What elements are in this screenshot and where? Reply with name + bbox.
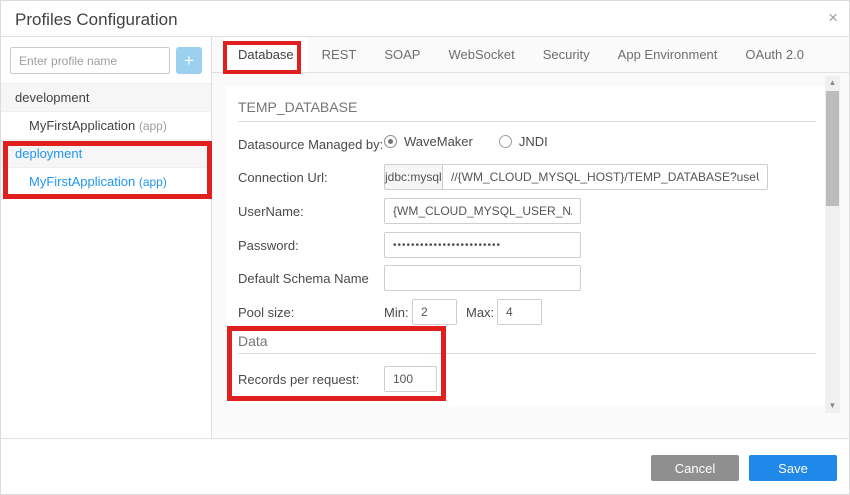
tab-soap[interactable]: SOAP xyxy=(370,37,434,72)
page-title: Profiles Configuration xyxy=(15,10,178,30)
sidebar-item-label: MyFirstApplication xyxy=(29,118,135,133)
sidebar-item-deployment[interactable]: deployment xyxy=(1,140,211,168)
dialog-header: Profiles Configuration × xyxy=(1,1,850,37)
sidebar-item-label: deployment xyxy=(15,146,82,161)
radio-jndi[interactable] xyxy=(499,135,512,148)
records-per-request-input[interactable] xyxy=(384,366,437,392)
profile-create-row: + xyxy=(1,37,211,84)
datasource-radio-group: WaveMaker JNDI xyxy=(384,134,548,149)
tab-app-environment[interactable]: App Environment xyxy=(604,37,732,72)
add-profile-button[interactable]: + xyxy=(176,47,202,74)
datasource-label: Datasource Managed by: xyxy=(238,137,383,152)
sidebar-item-development[interactable]: development xyxy=(1,84,211,112)
scroll-up-icon[interactable]: ▲ xyxy=(825,77,840,89)
profiles-configuration-dialog: Profiles Configuration × + development M… xyxy=(0,0,850,495)
cancel-button[interactable]: Cancel xyxy=(651,455,739,481)
password-input[interactable] xyxy=(384,232,581,258)
pool-max-label: Max: xyxy=(466,305,494,320)
radio-wavemaker-label: WaveMaker xyxy=(404,134,473,149)
username-label: UserName: xyxy=(238,204,304,219)
tab-websocket[interactable]: WebSocket xyxy=(434,37,528,72)
sidebar-item-suffix: (app) xyxy=(139,119,167,133)
vertical-scrollbar[interactable]: ▲ ▼ xyxy=(825,76,840,413)
records-per-request-label: Records per request: xyxy=(238,372,359,387)
section-divider xyxy=(238,353,816,354)
sidebar-item-myfirstapplication-deploy[interactable]: MyFirstApplication (app) xyxy=(1,168,211,196)
default-schema-input[interactable] xyxy=(384,265,581,291)
save-button[interactable]: Save xyxy=(749,455,837,481)
profile-name-input[interactable] xyxy=(10,47,170,74)
sidebar-item-label: development xyxy=(15,90,89,105)
database-config-card: TEMP_DATABASE Datasource Managed by: Wav… xyxy=(226,86,840,406)
pool-min-input[interactable] xyxy=(412,299,457,325)
scrollbar-thumb[interactable] xyxy=(826,91,839,206)
section-divider xyxy=(238,121,816,122)
close-icon[interactable]: × xyxy=(828,9,838,27)
radio-wavemaker[interactable] xyxy=(384,135,397,148)
sidebar-item-myfirstapplication-dev[interactable]: MyFirstApplication (app) xyxy=(1,112,211,140)
profiles-sidebar: + development MyFirstApplication (app) d… xyxy=(1,37,212,438)
tab-oauth[interactable]: OAuth 2.0 xyxy=(731,37,818,72)
sidebar-item-suffix: (app) xyxy=(139,175,167,189)
connection-url-input[interactable] xyxy=(442,164,768,190)
section-title-temp-database: TEMP_DATABASE xyxy=(238,99,357,115)
pool-min-label: Min: xyxy=(384,305,409,320)
tab-database[interactable]: Database xyxy=(224,37,308,72)
password-label: Password: xyxy=(238,238,299,253)
radio-jndi-label: JNDI xyxy=(519,134,548,149)
pool-max-input[interactable] xyxy=(497,299,542,325)
profile-content-panel: Database REST SOAP WebSocket Security Ap… xyxy=(212,37,850,438)
tab-security[interactable]: Security xyxy=(529,37,604,72)
username-input[interactable] xyxy=(384,198,581,224)
connection-url-prefix: jdbc:mysql: xyxy=(384,164,443,190)
tab-rest[interactable]: REST xyxy=(308,37,371,72)
scroll-down-icon[interactable]: ▼ xyxy=(825,400,840,412)
sidebar-item-label: MyFirstApplication xyxy=(29,174,135,189)
schema-label: Default Schema Name xyxy=(238,271,369,286)
section-title-data: Data xyxy=(238,333,268,349)
dialog-footer: Cancel Save xyxy=(1,438,850,495)
connection-url-label: Connection Url: xyxy=(238,170,328,185)
pool-size-label: Pool size: xyxy=(238,305,294,320)
config-tabbar: Database REST SOAP WebSocket Security Ap… xyxy=(212,37,850,73)
